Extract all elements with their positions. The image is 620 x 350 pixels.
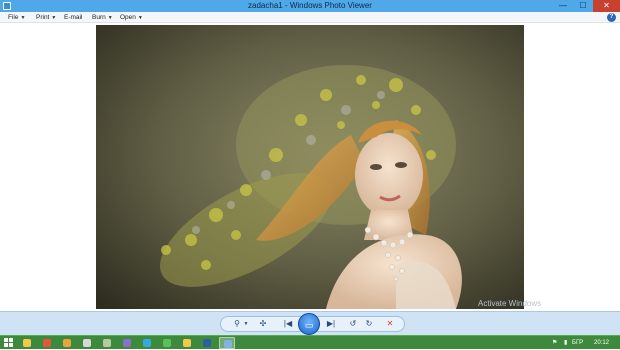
viber-icon: [123, 339, 131, 347]
menu-file[interactable]: File ▼: [8, 12, 25, 23]
minimize-button[interactable]: —: [553, 0, 573, 12]
menu-bar: File ▼ Print ▼ E-mail Burn ▼ Open ▼ ?: [0, 12, 620, 23]
displayed-photo[interactable]: [96, 25, 524, 309]
folder-icon: [183, 339, 191, 347]
photo-area: [0, 23, 620, 311]
previous-icon[interactable]: |◀: [279, 316, 297, 332]
rotate-right-icon[interactable]: ↻: [363, 316, 375, 332]
file-explorer-icon: [23, 339, 31, 347]
taskbar-button[interactable]: [119, 337, 135, 349]
clock-time[interactable]: 20:12: [594, 336, 609, 350]
notepad-icon: [103, 339, 111, 347]
maximize-button[interactable]: ☐: [573, 0, 593, 12]
chevron-down-icon: ▼: [20, 15, 26, 21]
rotate-left-icon[interactable]: ↺: [347, 316, 359, 332]
actual-size-icon[interactable]: ✣: [256, 316, 270, 332]
windows-start-icon[interactable]: [4, 338, 14, 348]
chevron-down-icon: ▼: [107, 15, 113, 21]
chrome-icon: [43, 339, 51, 347]
media-player-icon: [63, 339, 71, 347]
taskbar: ⚑ ▮ БГР 20:12: [0, 335, 620, 349]
photo-artwork: [96, 25, 524, 309]
photoshop-icon: [203, 339, 211, 347]
keyboard-language[interactable]: БГР: [572, 336, 583, 350]
close-button[interactable]: ✕: [593, 0, 620, 12]
next-icon[interactable]: ▶|: [322, 316, 340, 332]
skype-icon: [143, 339, 151, 347]
slideshow-icon[interactable]: ▭: [298, 313, 320, 335]
chevron-down-icon: ▼: [137, 15, 143, 21]
activate-windows-watermark: Activate Windows: [478, 299, 542, 308]
help-icon[interactable]: ?: [607, 13, 616, 22]
photo-viewer-icon: [224, 340, 232, 348]
delete-icon[interactable]: ✕: [383, 316, 397, 332]
menu-file-label: File: [8, 14, 19, 21]
menu-open[interactable]: Open ▼: [120, 12, 143, 23]
menu-email-label: E-mail: [64, 14, 83, 21]
taskbar-button[interactable]: [159, 337, 175, 349]
tray-flag-icon[interactable]: ⚑: [552, 336, 557, 350]
menu-burn-label: Burn: [92, 14, 106, 21]
chevron-down-icon[interactable]: ▼: [243, 316, 249, 332]
menu-print[interactable]: Print ▼: [36, 12, 56, 23]
taskbar-button[interactable]: [199, 337, 215, 349]
menu-email[interactable]: E-mail: [64, 12, 82, 23]
printer-icon: [83, 339, 91, 347]
menu-burn[interactable]: Burn ▼: [92, 12, 113, 23]
taskbar-button[interactable]: [179, 337, 195, 349]
window-title: zadacha1 - Windows Photo Viewer: [248, 1, 372, 10]
green-app-icon: [163, 339, 171, 347]
tray-network-icon[interactable]: ▮: [564, 336, 567, 350]
chevron-down-icon: ▼: [51, 15, 57, 21]
menu-open-label: Open: [120, 14, 136, 21]
taskbar-button[interactable]: [59, 337, 75, 349]
taskbar-button[interactable]: [79, 337, 95, 349]
menu-print-label: Print: [36, 14, 50, 21]
taskbar-button[interactable]: [99, 337, 115, 349]
taskbar-button[interactable]: [39, 337, 55, 349]
photo-viewer-window: zadacha1 - Windows Photo Viewer — ☐ ✕ Fi…: [0, 0, 620, 349]
taskbar-button[interactable]: [219, 337, 235, 349]
title-bar[interactable]: zadacha1 - Windows Photo Viewer — ☐ ✕: [0, 0, 620, 12]
taskbar-button[interactable]: [19, 337, 35, 349]
viewer-control-bar: ⚲ ▼ ✣ |◀ ▭ ▶| ↺ ↻ ✕: [0, 311, 620, 335]
taskbar-button[interactable]: [139, 337, 155, 349]
